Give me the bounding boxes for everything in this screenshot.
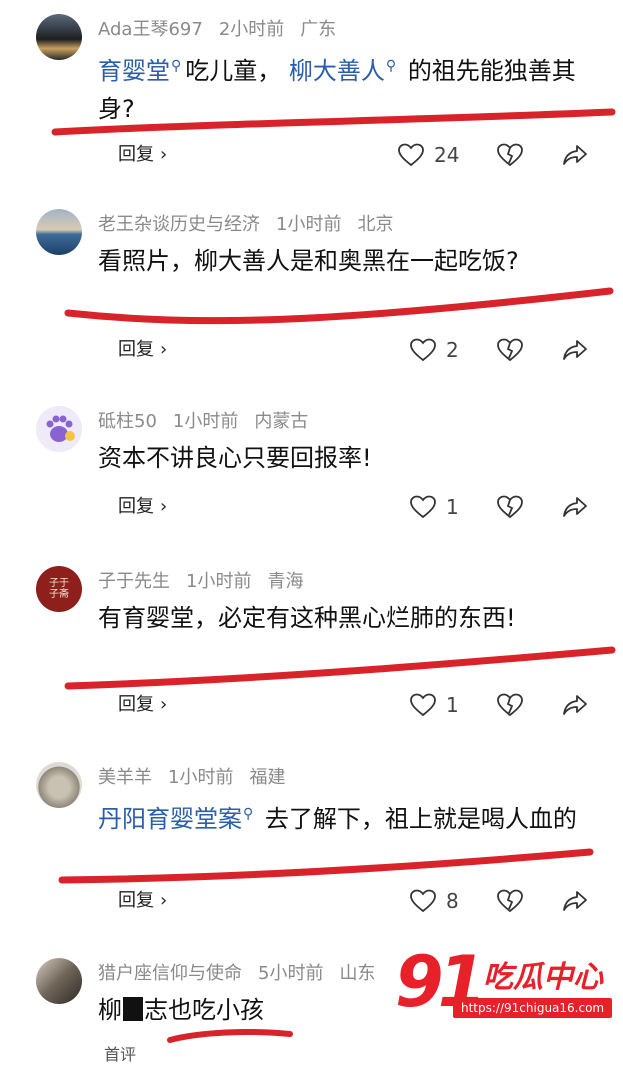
reply-button[interactable]: 回复 ›: [118, 492, 167, 518]
username[interactable]: Ada王琴697: [98, 19, 203, 40]
topic-link[interactable]: 丹阳育婴堂案: [98, 805, 242, 833]
avatar[interactable]: [36, 762, 82, 808]
comment-meta: 老王杂谈历史与经济 1小时前 北京: [98, 210, 409, 236]
username[interactable]: 美羊羊: [98, 767, 152, 788]
reply-button[interactable]: 回复 ›: [118, 140, 167, 166]
comment-time: 1小时前: [168, 767, 234, 788]
username[interactable]: 老王杂谈历史与经济: [98, 214, 260, 235]
like-count: 1: [446, 495, 459, 519]
broken-heart-icon[interactable]: [497, 142, 523, 168]
search-icon: ⚲: [171, 58, 182, 74]
heart-icon: [410, 495, 436, 519]
chevron-right-icon: ›: [160, 694, 168, 715]
watermark-url: https://91chigua16.com: [453, 998, 613, 1018]
search-icon: ⚲: [243, 806, 254, 822]
topic-link[interactable]: 育婴堂: [98, 57, 170, 85]
comment-meta: 砥柱50 1小时前 内蒙古: [98, 407, 324, 433]
heart-icon: [410, 338, 436, 362]
search-icon: ⚲: [385, 58, 397, 74]
first-comment-tag: 首评: [104, 1045, 137, 1064]
comment-location: 北京: [357, 214, 394, 235]
chevron-right-icon: ›: [160, 144, 168, 165]
avatar[interactable]: [36, 209, 82, 255]
avatar-seal-text: 子于子斋: [49, 578, 69, 600]
comment-meta: 猎户座信仰与使命 5小时前 山东: [98, 959, 391, 985]
comment-location: 广东: [300, 19, 337, 40]
like-button[interactable]: 1: [410, 692, 459, 718]
heart-icon: [398, 143, 424, 167]
redaction-block: [123, 997, 143, 1021]
comment-time: 1小时前: [172, 411, 239, 432]
broken-heart-icon[interactable]: [497, 494, 523, 520]
comment-location: 山东: [339, 963, 376, 984]
site-watermark: 91 吃瓜中心 https://91chigua16.com: [395, 942, 613, 1027]
comment-meta: 子于先生 1小时前 青海: [98, 567, 319, 593]
topic-link[interactable]: 柳大善人: [289, 57, 385, 85]
heart-icon: [410, 889, 436, 913]
like-button[interactable]: 2: [410, 337, 459, 363]
comment-time: 1小时前: [186, 571, 252, 592]
chevron-right-icon: ›: [160, 339, 168, 360]
broken-heart-icon[interactable]: [497, 337, 523, 363]
like-count: 24: [434, 143, 460, 167]
comment-text: 资本不讲良心只要回报率!: [98, 444, 372, 472]
chevron-right-icon: ›: [160, 890, 168, 911]
paw-avatar-icon: [36, 406, 82, 452]
share-icon[interactable]: [562, 142, 588, 168]
username[interactable]: 猎户座信仰与使命: [98, 963, 242, 984]
share-icon[interactable]: [562, 692, 588, 718]
watermark-label: 吃瓜中心: [483, 960, 603, 995]
comment-actions: 回复 › 1: [0, 492, 623, 522]
comment-location: 青海: [267, 571, 304, 592]
comment-actions: 回复 › 2: [0, 335, 623, 365]
avatar[interactable]: [36, 14, 82, 60]
comment-actions: 回复 › 1: [0, 690, 623, 720]
chevron-right-icon: ›: [160, 496, 168, 517]
comment-text: 看照片，柳大善人是和奥黑在一起吃饭?: [98, 247, 519, 275]
reply-button[interactable]: 回复 ›: [118, 690, 167, 716]
comment-actions: 回复 › 8: [0, 886, 623, 916]
username[interactable]: 砥柱50: [98, 411, 157, 432]
comment-time: 5小时前: [258, 963, 324, 984]
like-count: 8: [446, 889, 459, 913]
comment-meta: Ada王琴697 2小时前 广东: [98, 15, 352, 41]
share-icon[interactable]: [562, 888, 588, 914]
comment-text: 丹阳育婴堂案⚲ 去了解下，祖上就是喝人血的: [98, 805, 577, 833]
avatar[interactable]: 子于子斋: [36, 566, 82, 612]
username[interactable]: 子于先生: [98, 571, 170, 592]
reply-button[interactable]: 回复 ›: [118, 335, 167, 361]
comment-location: 内蒙古: [254, 411, 309, 432]
like-count: 1: [446, 693, 459, 717]
comment-actions: 回复 › 24: [0, 140, 623, 170]
like-button[interactable]: 8: [410, 888, 459, 914]
like-count: 2: [446, 338, 459, 362]
avatar[interactable]: [36, 406, 82, 452]
avatar[interactable]: [36, 958, 82, 1004]
like-button[interactable]: 24: [398, 142, 459, 168]
share-icon[interactable]: [562, 494, 588, 520]
broken-heart-icon[interactable]: [497, 888, 523, 914]
comment-time: 1小时前: [276, 214, 342, 235]
comment-location: 福建: [249, 767, 286, 788]
share-icon[interactable]: [562, 337, 588, 363]
comment-text: 育婴堂⚲ 吃儿童， 柳大善人⚲ 的祖先能独善其身?: [98, 57, 576, 123]
comment-time: 2小时前: [218, 19, 285, 40]
broken-heart-icon[interactable]: [497, 692, 523, 718]
like-button[interactable]: 1: [410, 494, 459, 520]
comment-meta: 美羊羊 1小时前 福建: [98, 763, 301, 789]
comment-text: 有育婴堂，必定有这种黑心烂肺的东西!: [98, 604, 516, 632]
heart-icon: [410, 693, 436, 717]
reply-button[interactable]: 回复 ›: [118, 886, 167, 912]
